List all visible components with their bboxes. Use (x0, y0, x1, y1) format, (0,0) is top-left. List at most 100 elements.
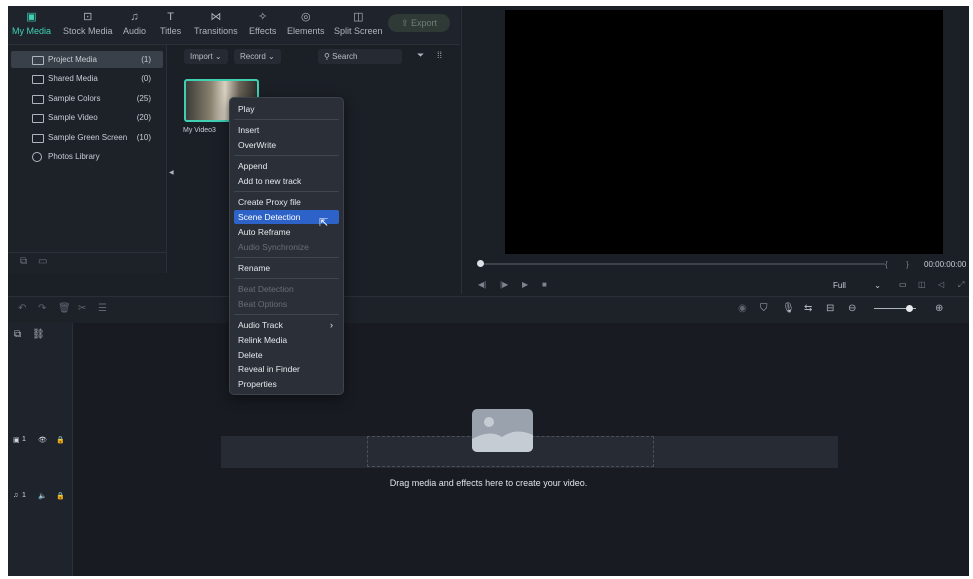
collapse-sidebar-icon[interactable]: ◀ (169, 169, 174, 176)
display-icon[interactable]: ▭ (899, 280, 907, 289)
lock-icon[interactable]: 🔒 (56, 492, 65, 500)
sidebar-item-sample-green-screen[interactable]: Sample Green Screen (10) (11, 129, 163, 146)
zoom-out-icon[interactable]: ⊖ (848, 303, 856, 314)
tab-transitions[interactable]: ⋈ Transitions (194, 10, 238, 36)
filter-icon[interactable]: ⏷ (417, 50, 424, 61)
sidebar-item-count: (25) (136, 94, 151, 103)
chevron-down-icon: ⌄ (214, 52, 222, 61)
track-headers: ⧉ ⛓ ▣ 1 👁 🔒 ♫ 1 🔈 🔒 (8, 323, 73, 576)
new-folder-icon[interactable]: ⧉ (20, 256, 27, 267)
tab-elements[interactable]: ◎ Elements (287, 10, 325, 36)
titles-icon: T (167, 11, 174, 23)
folder-icon (32, 114, 44, 123)
menu-item-append[interactable]: Append (234, 159, 339, 173)
menu-item-overwrite[interactable]: OverWrite (234, 138, 339, 152)
tab-audio[interactable]: ♫ Audio (123, 10, 146, 36)
tab-effects[interactable]: ✧ Effects (249, 10, 276, 36)
tab-label: Audio (123, 26, 147, 36)
menu-item-reveal-in-finder[interactable]: Reveal in Finder (234, 362, 339, 376)
import-button[interactable]: Import ⌄ (184, 49, 228, 64)
sidebar-footer: ⧉ ▭ (8, 252, 166, 273)
chevron-down-icon: ⌄ (268, 52, 275, 61)
tab-stock-media[interactable]: ⊡ Stock Media (63, 10, 113, 36)
record-label: Record (240, 52, 266, 61)
menu-item-rename[interactable]: Rename (234, 261, 339, 275)
sidebar-item-count: (0) (141, 74, 151, 83)
cut-icon[interactable]: ✂ (78, 303, 86, 314)
menu-item-delete[interactable]: Delete (234, 348, 339, 362)
sidebar-item-photos-library[interactable]: Photos Library (11, 148, 163, 165)
elements-icon: ◎ (300, 11, 311, 23)
menu-item-beat-options: Beat Options (238, 299, 288, 309)
render-icon[interactable]: ◉ (738, 303, 747, 314)
menu-separator (234, 119, 339, 120)
folder-outline-icon[interactable]: ▭ (38, 256, 47, 267)
menu-separator (234, 278, 339, 279)
undo-icon[interactable]: ↶ (18, 303, 26, 314)
tab-titles[interactable]: T Titles (160, 10, 181, 36)
tab-label: Titles (160, 26, 182, 36)
sidebar-item-project-media[interactable]: Project Media (1) (11, 51, 163, 68)
voiceover-icon[interactable]: ⇆ (804, 303, 812, 314)
zoom-value: Full (833, 281, 846, 290)
menu-item-relink-media[interactable]: Relink Media (234, 333, 339, 347)
tab-label: Split Screen (334, 26, 383, 36)
snapshot-icon[interactable]: ◫ (918, 280, 926, 289)
volume-icon[interactable]: ◁ (938, 280, 944, 289)
shield-icon[interactable]: ⛉ (760, 303, 768, 314)
tab-label: Effects (249, 26, 277, 36)
mark-out-icon[interactable]: } (906, 260, 909, 269)
step-back-icon[interactable]: ◀| (478, 280, 486, 289)
add-track-icon[interactable]: ⧉ (14, 329, 21, 340)
search-placeholder: Search (332, 52, 358, 61)
subtitle-icon[interactable]: ⊟ (826, 303, 834, 314)
timeline-toolbar: ↶ ↷ 🗑 ✂ ☰ ◉ ⛉ 🎙 ⇆ ⊟ ⊖ ⊕ (8, 296, 969, 324)
split-screen-icon: ◫ (353, 11, 364, 23)
audio-track-number: 1 (22, 492, 26, 499)
sidebar-item-label: Photos Library (48, 152, 100, 161)
menu-item-create-proxy[interactable]: Create Proxy file (234, 195, 339, 209)
tab-my-media[interactable]: ▣ My Media (12, 10, 51, 36)
microphone-icon[interactable]: 🎙 (782, 303, 795, 314)
tab-label: Stock Media (63, 26, 113, 36)
zoom-in-icon[interactable]: ⊕ (935, 303, 943, 314)
play-icon[interactable]: ▶ (522, 280, 528, 289)
stop-icon[interactable]: ■ (542, 280, 547, 289)
zoom-slider-handle[interactable] (906, 305, 913, 312)
zoom-select[interactable]: Full ⌄ (833, 279, 883, 293)
fullscreen-icon[interactable]: ⤢ (958, 280, 964, 290)
menu-item-add-to-new-track[interactable]: Add to new track (234, 174, 339, 188)
sidebar-item-sample-colors[interactable]: Sample Colors (25) (11, 90, 163, 107)
grid-view-icon[interactable]: ⁞⁞ (437, 50, 442, 60)
menu-item-beat-detection: Beat Detection (238, 284, 294, 294)
menu-item-audio-track[interactable]: Audio Track › (234, 318, 339, 332)
photos-library-icon (32, 152, 42, 162)
sidebar-item-count: (20) (136, 113, 151, 122)
tab-split-screen[interactable]: ◫ Split Screen (334, 10, 383, 36)
speaker-icon[interactable]: 🔈 (38, 492, 47, 500)
menu-item-insert[interactable]: Insert (234, 123, 339, 137)
playback-scrubber[interactable] (480, 263, 885, 265)
list-icon[interactable]: ☰ (98, 303, 107, 314)
eye-icon[interactable]: 👁 (38, 436, 47, 444)
menu-item-label: Audio Track (238, 320, 283, 330)
media-toolbar: ▣ My Media ⊡ Stock Media ♫ Audio T Title… (8, 6, 460, 45)
export-button[interactable]: ⇪ Export (388, 14, 450, 32)
sidebar-item-shared-media[interactable]: Shared Media (0) (11, 70, 163, 87)
menu-item-properties[interactable]: Properties (234, 377, 339, 391)
menu-item-play[interactable]: Play (234, 102, 339, 116)
sidebar-item-label: Shared Media (48, 74, 98, 83)
menu-item-audio-synchronize: Audio Synchronize (238, 242, 309, 252)
sidebar-item-label: Sample Green Screen (48, 133, 128, 142)
delete-icon[interactable]: 🗑 (58, 303, 71, 314)
sidebar-item-sample-video[interactable]: Sample Video (20) (11, 109, 163, 126)
search-input[interactable]: ⚲ Search (318, 49, 402, 64)
record-button[interactable]: Record ⌄ (234, 49, 281, 64)
sidebar-item-label: Project Media (48, 55, 97, 64)
mark-in-icon[interactable]: { (885, 260, 888, 269)
lock-icon[interactable]: 🔒 (56, 436, 65, 444)
link-icon[interactable]: ⛓ (32, 329, 45, 340)
play-back-icon[interactable]: |▶ (500, 280, 508, 289)
redo-icon[interactable]: ↷ (38, 303, 46, 314)
scrubber-handle[interactable] (477, 260, 484, 267)
